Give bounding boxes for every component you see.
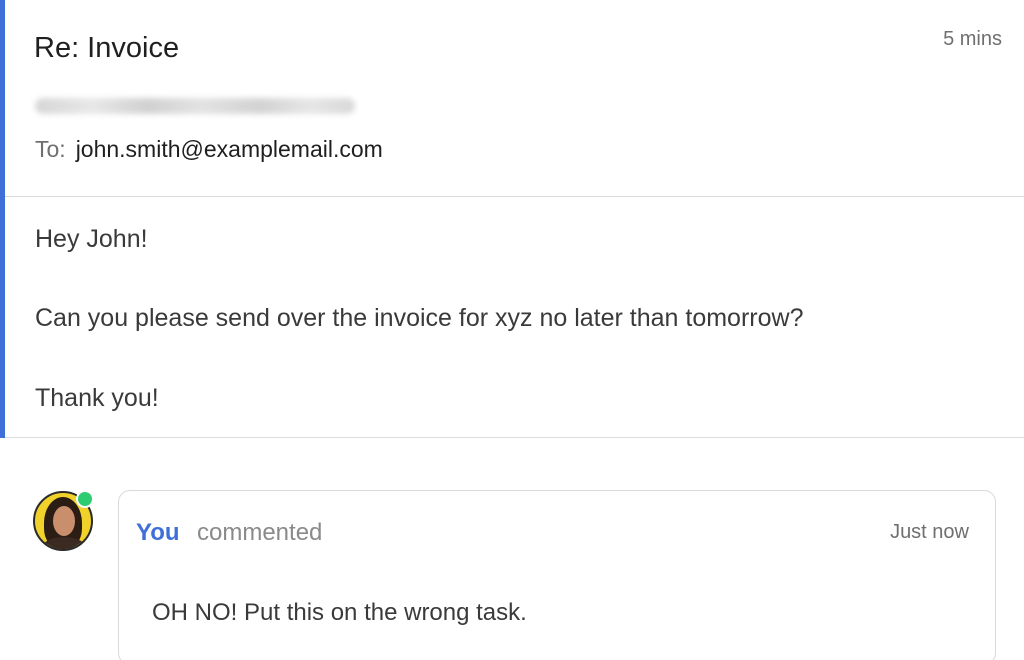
online-status-indicator bbox=[76, 490, 94, 508]
email-card[interactable]: Re: Invoice 5 mins To: john.smith@example… bbox=[0, 0, 1024, 438]
recipient-row: To: john.smith@examplemail.com bbox=[35, 136, 383, 163]
email-timestamp: 5 mins bbox=[943, 28, 1002, 50]
email-body-request: Can you please send over the invoice for… bbox=[35, 304, 804, 332]
email-body-signoff: Thank you! bbox=[35, 384, 159, 412]
comment-author[interactable]: You bbox=[136, 519, 180, 547]
avatar-shoulders-shape bbox=[41, 537, 87, 549]
comment-card[interactable]: You commented Just now OH NO! Put this o… bbox=[118, 490, 996, 660]
to-label: To: bbox=[35, 136, 66, 162]
comment-timestamp: Just now bbox=[890, 521, 969, 543]
email-thread-view: Re: Invoice 5 mins To: john.smith@example… bbox=[0, 0, 1024, 660]
comment-action: commented bbox=[197, 519, 323, 546]
sender-address-redacted bbox=[35, 98, 355, 114]
comment-thread: You commented Just now OH NO! Put this o… bbox=[0, 439, 1024, 660]
avatar-face-shape bbox=[53, 506, 75, 536]
email-header: Re: Invoice 5 mins To: john.smith@example… bbox=[5, 0, 1024, 197]
recipient-address[interactable]: john.smith@examplemail.com bbox=[76, 136, 383, 162]
email-subject: Re: Invoice bbox=[34, 32, 180, 64]
email-body-greeting: Hey John! bbox=[35, 225, 148, 253]
comment-text: OH NO! Put this on the wrong task. bbox=[152, 599, 527, 626]
